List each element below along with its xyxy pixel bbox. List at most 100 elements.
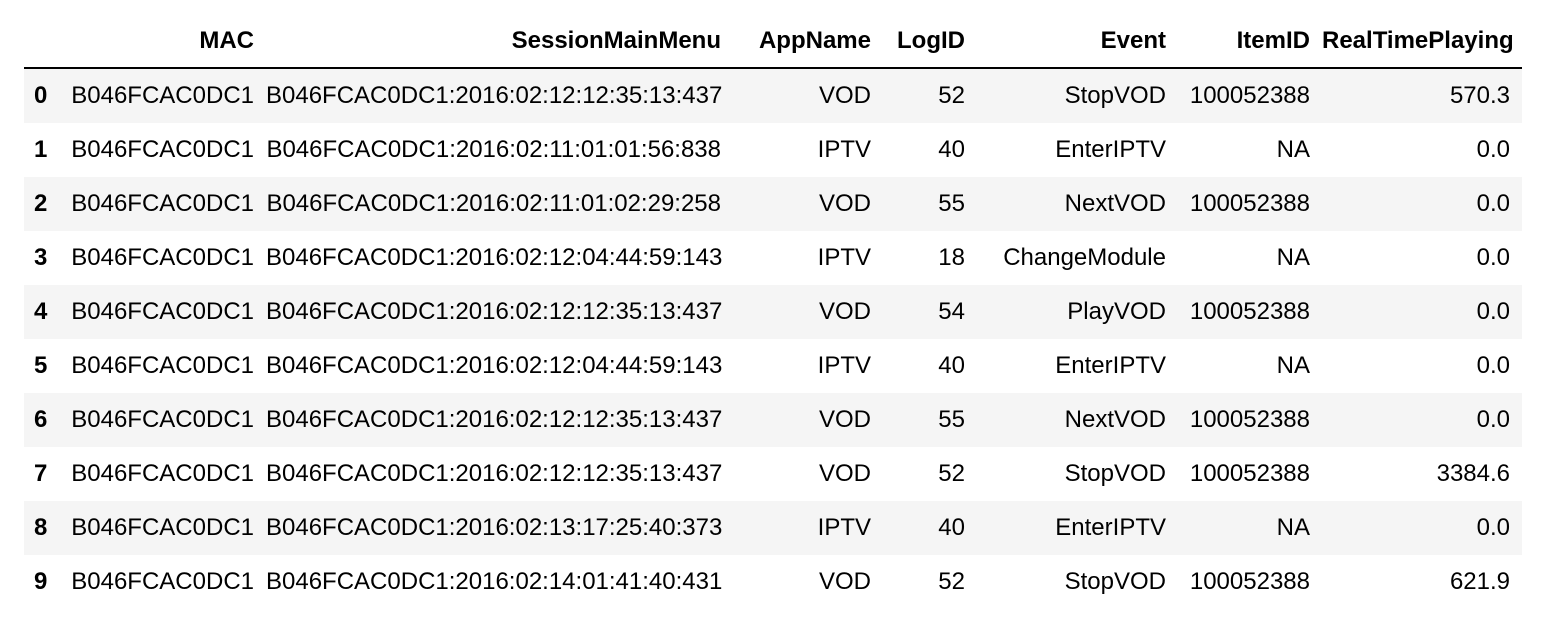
cell-session-main-menu: B046FCAC0DC1:2016:02:12:12:35:13:437 (266, 82, 723, 109)
row-index: 1 (34, 136, 48, 163)
cell-mac: B046FCAC0DC1 (71, 244, 254, 271)
cell-event: EnterIPTV (1055, 514, 1166, 541)
cell-mac: B046FCAC0DC1 (71, 352, 254, 379)
cell-real-time-playing: 570.3 (1449, 82, 1510, 109)
cell-mac: B046FCAC0DC1 (71, 82, 254, 109)
dataframe-output: MAC SessionMainMenu AppName LogID Event … (24, 14, 1522, 609)
cell-real-time-playing: 0.0 (1476, 352, 1510, 379)
cell-item-id: 100052388 (1189, 298, 1310, 325)
cell-mac: B046FCAC0DC1 (71, 190, 254, 217)
cell-session-main-menu: B046FCAC0DC1:2016:02:11:01:01:56:838 (266, 136, 721, 163)
cell-real-time-playing: 0.0 (1476, 514, 1510, 541)
cell-log-id: 40 (938, 514, 965, 541)
table-row: 4 B046FCAC0DC1 B046FCAC0DC1:2016:02:12:1… (24, 285, 1522, 339)
row-index: 9 (34, 568, 48, 595)
cell-real-time-playing: 0.0 (1476, 190, 1510, 217)
cell-log-id: 52 (938, 568, 965, 595)
cell-app-name: IPTV (817, 352, 871, 379)
cell-session-main-menu: B046FCAC0DC1:2016:02:12:12:35:13:437 (266, 460, 723, 487)
cell-session-main-menu: B046FCAC0DC1:2016:02:14:01:41:40:431 (266, 568, 723, 595)
column-header-event: Event (977, 14, 1178, 69)
cell-mac: B046FCAC0DC1 (71, 460, 254, 487)
cell-app-name: IPTV (817, 244, 871, 271)
cell-item-id: NA (1276, 136, 1310, 163)
cell-event: StopVOD (1064, 460, 1166, 487)
index-header (24, 14, 68, 69)
cell-app-name: VOD (818, 298, 871, 325)
row-index: 8 (34, 514, 48, 541)
column-header-real-time-playing: RealTimePlaying (1322, 14, 1522, 69)
cell-session-main-menu: B046FCAC0DC1:2016:02:12:04:44:59:143 (266, 244, 723, 271)
cell-session-main-menu: B046FCAC0DC1:2016:02:13:17:25:40:373 (266, 514, 723, 541)
cell-session-main-menu: B046FCAC0DC1:2016:02:12:04:44:59:143 (266, 352, 723, 379)
cell-event: StopVOD (1064, 568, 1166, 595)
cell-log-id: 52 (938, 82, 965, 109)
row-index: 0 (34, 82, 48, 109)
cell-app-name: IPTV (817, 514, 871, 541)
cell-app-name: VOD (818, 82, 871, 109)
table-row: 1 B046FCAC0DC1 B046FCAC0DC1:2016:02:11:0… (24, 123, 1522, 177)
cell-item-id: 100052388 (1189, 568, 1310, 595)
cell-item-id: 100052388 (1189, 82, 1310, 109)
cell-mac: B046FCAC0DC1 (71, 514, 254, 541)
column-header-mac: MAC (68, 14, 266, 69)
table-row: 3 B046FCAC0DC1 B046FCAC0DC1:2016:02:12:0… (24, 231, 1522, 285)
cell-real-time-playing: 3384.6 (1436, 460, 1510, 487)
cell-item-id: 100052388 (1189, 190, 1310, 217)
table-row: 9 B046FCAC0DC1 B046FCAC0DC1:2016:02:14:0… (24, 555, 1522, 609)
cell-mac: B046FCAC0DC1 (71, 406, 254, 433)
table-row: 6 B046FCAC0DC1 B046FCAC0DC1:2016:02:12:1… (24, 393, 1522, 447)
row-index: 7 (34, 460, 48, 487)
cell-event: NextVOD (1064, 406, 1166, 433)
column-header-session-main-menu: SessionMainMenu (266, 14, 733, 69)
table-row: 0 B046FCAC0DC1 B046FCAC0DC1:2016:02:12:1… (24, 68, 1522, 123)
cell-session-main-menu: B046FCAC0DC1:2016:02:11:01:02:29:258 (266, 190, 721, 217)
cell-app-name: IPTV (817, 136, 871, 163)
cell-item-id: NA (1276, 514, 1310, 541)
cell-log-id: 54 (938, 298, 965, 325)
row-index: 6 (34, 406, 48, 433)
table-row: 7 B046FCAC0DC1 B046FCAC0DC1:2016:02:12:1… (24, 447, 1522, 501)
cell-mac: B046FCAC0DC1 (71, 568, 254, 595)
cell-item-id: 100052388 (1189, 406, 1310, 433)
cell-log-id: 18 (938, 244, 965, 271)
cell-session-main-menu: B046FCAC0DC1:2016:02:12:12:35:13:437 (266, 406, 723, 433)
row-index: 5 (34, 352, 48, 379)
cell-real-time-playing: 621.9 (1449, 568, 1510, 595)
cell-item-id: NA (1276, 352, 1310, 379)
column-header-app-name: AppName (733, 14, 883, 69)
cell-event: StopVOD (1064, 82, 1166, 109)
cell-event: PlayVOD (1067, 298, 1166, 325)
row-index: 2 (34, 190, 48, 217)
cell-mac: B046FCAC0DC1 (71, 298, 254, 325)
cell-real-time-playing: 0.0 (1476, 298, 1510, 325)
table-row: 8 B046FCAC0DC1 B046FCAC0DC1:2016:02:13:1… (24, 501, 1522, 555)
cell-app-name: VOD (818, 568, 871, 595)
cell-real-time-playing: 0.0 (1476, 136, 1510, 163)
cell-real-time-playing: 0.0 (1476, 244, 1510, 271)
cell-event: EnterIPTV (1055, 352, 1166, 379)
cell-log-id: 40 (938, 352, 965, 379)
cell-item-id: 100052388 (1189, 460, 1310, 487)
cell-event: NextVOD (1064, 190, 1166, 217)
cell-app-name: VOD (818, 406, 871, 433)
cell-item-id: NA (1276, 244, 1310, 271)
cell-log-id: 55 (938, 406, 965, 433)
cell-session-main-menu: B046FCAC0DC1:2016:02:12:12:35:13:437 (266, 298, 723, 325)
row-index: 4 (34, 298, 48, 325)
cell-app-name: VOD (818, 460, 871, 487)
cell-mac: B046FCAC0DC1 (71, 136, 254, 163)
dataframe-table: MAC SessionMainMenu AppName LogID Event … (24, 14, 1522, 609)
row-index: 3 (34, 244, 48, 271)
header-row: MAC SessionMainMenu AppName LogID Event … (24, 14, 1522, 69)
cell-event: EnterIPTV (1055, 136, 1166, 163)
cell-log-id: 40 (938, 136, 965, 163)
cell-event: ChangeModule (1003, 244, 1166, 271)
column-header-item-id: ItemID (1178, 14, 1322, 69)
cell-log-id: 55 (938, 190, 965, 217)
cell-real-time-playing: 0.0 (1476, 406, 1510, 433)
cell-app-name: VOD (818, 190, 871, 217)
table-row: 2 B046FCAC0DC1 B046FCAC0DC1:2016:02:11:0… (24, 177, 1522, 231)
cell-log-id: 52 (938, 460, 965, 487)
column-header-log-id: LogID (883, 14, 977, 69)
